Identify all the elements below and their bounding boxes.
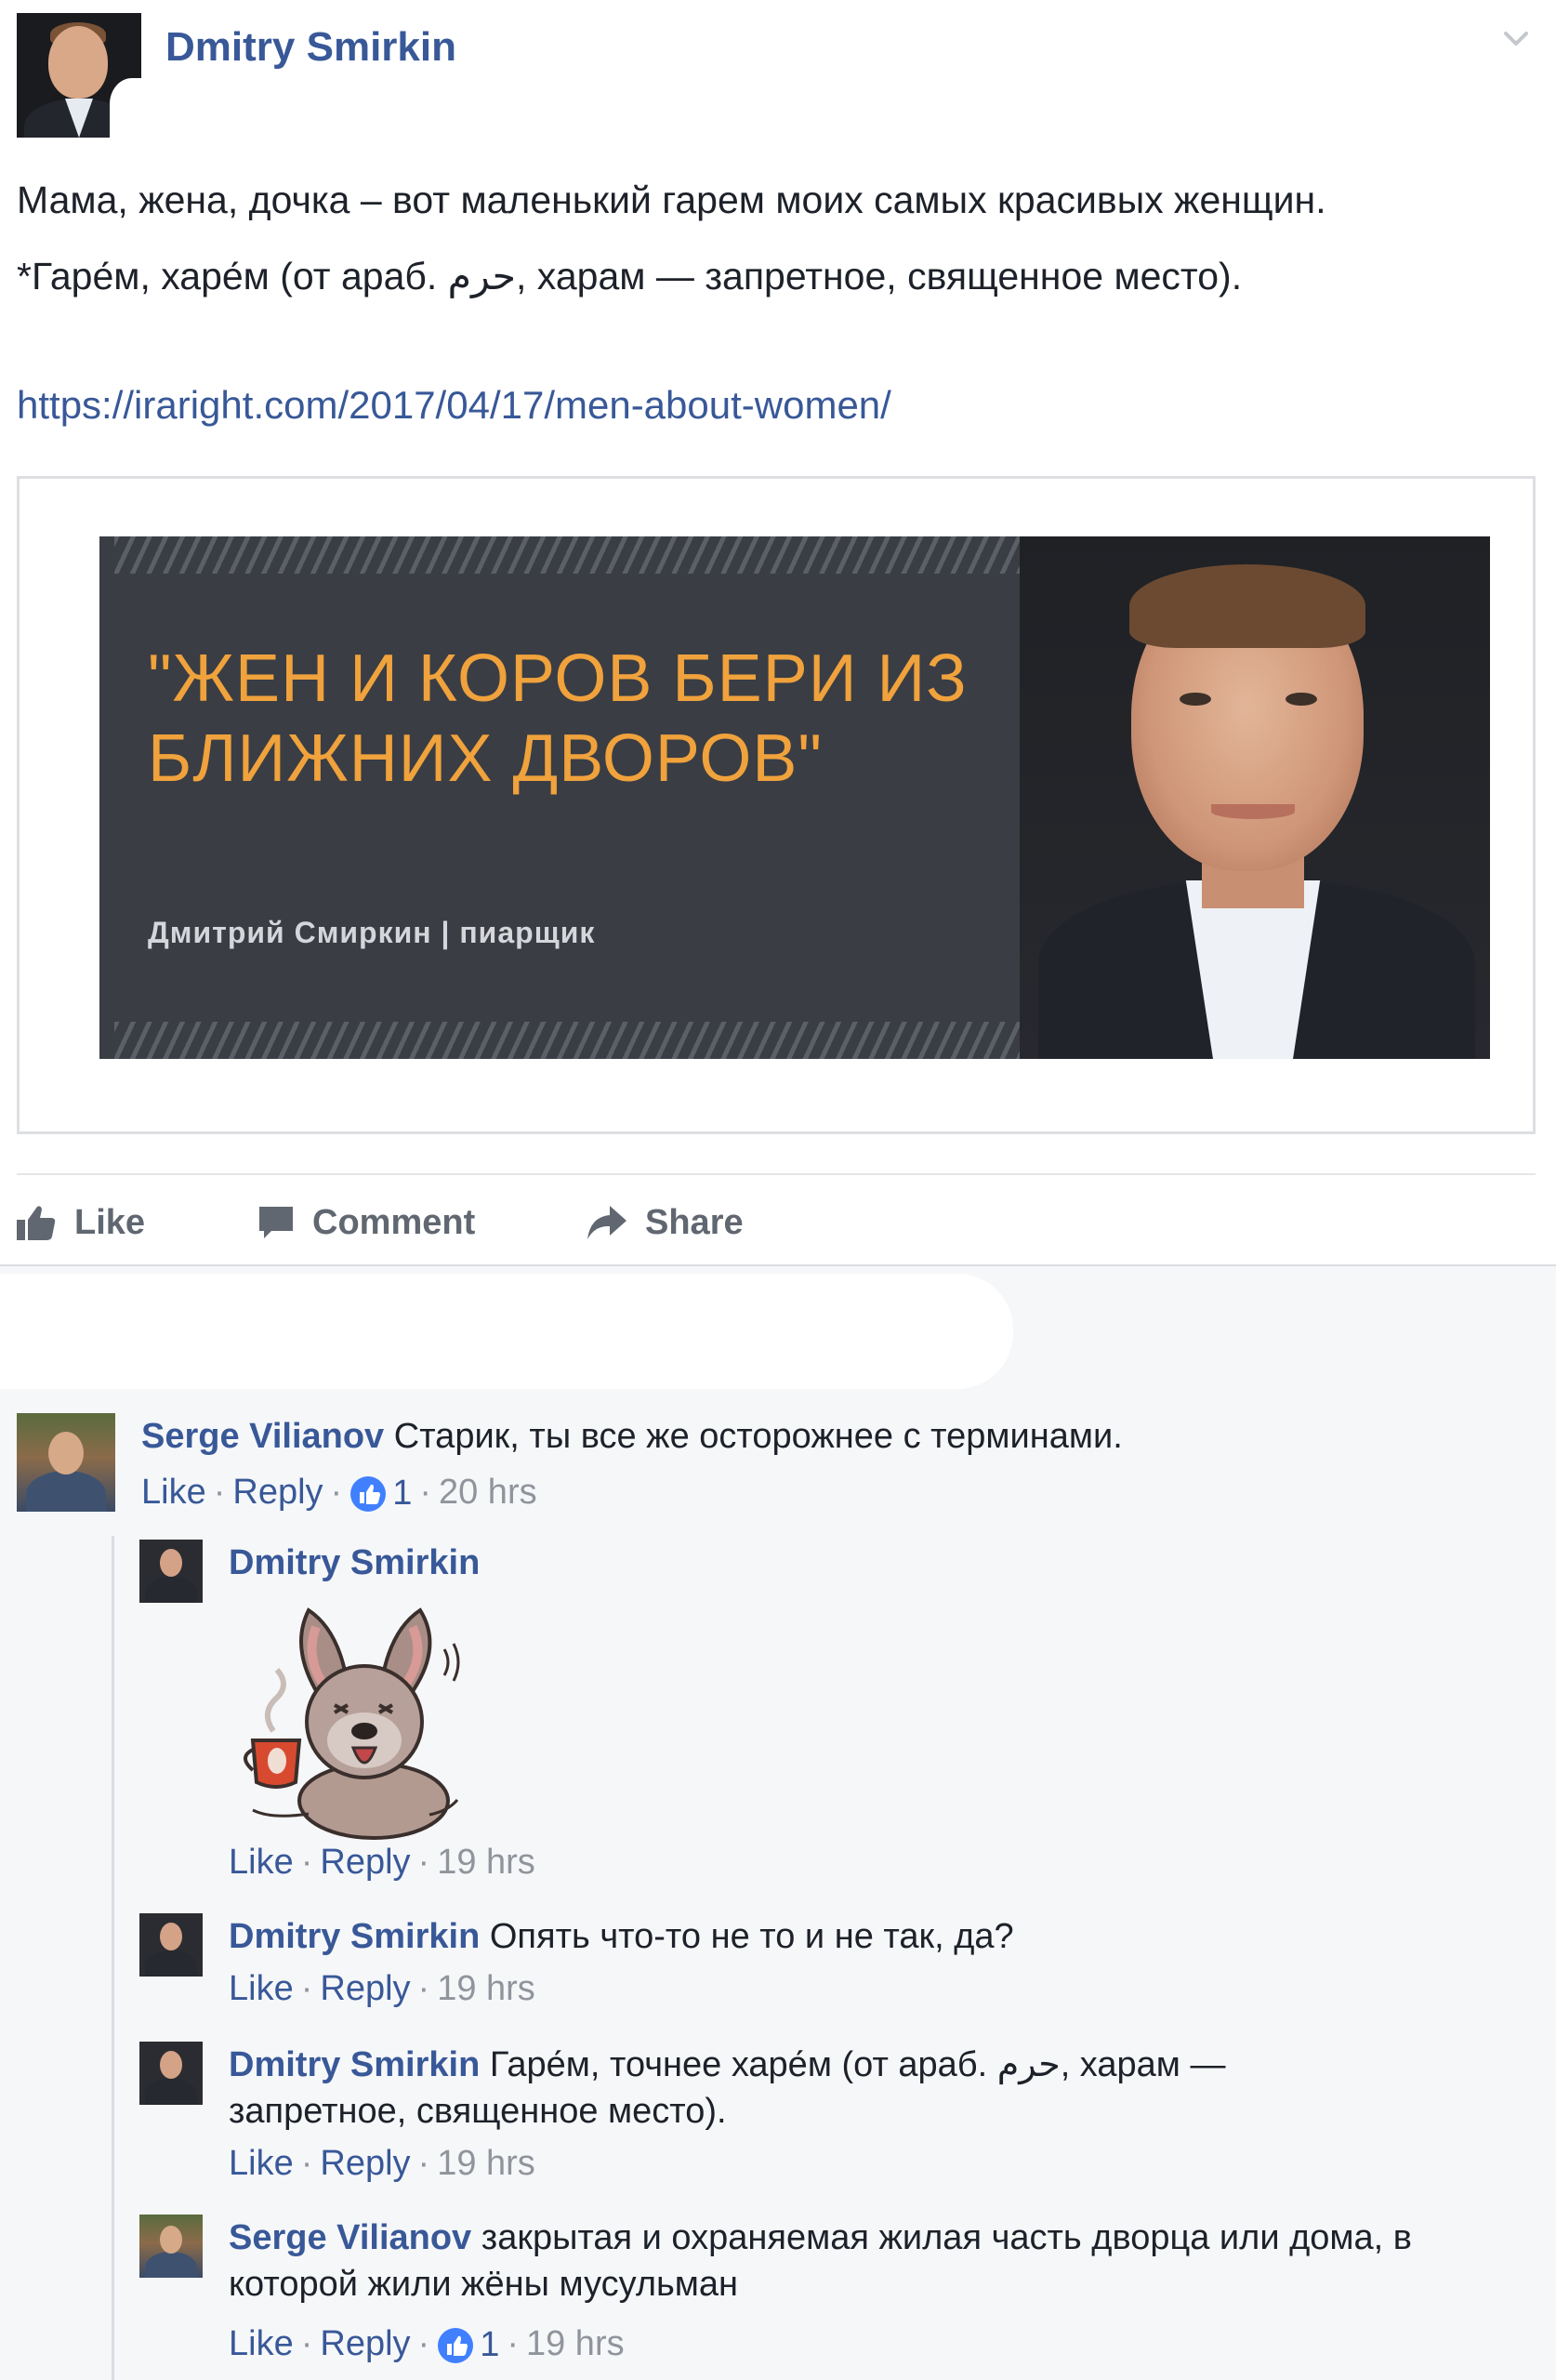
comment-input-area[interactable] — [0, 1274, 1013, 1389]
post-body: Мама, жена, дочка – вот маленький гарем … — [17, 171, 1523, 305]
post-author-name[interactable]: Dmitry Smirkin — [165, 24, 456, 71]
comment-time: 19 hrs — [437, 2144, 535, 2183]
comment-reply-link[interactable]: Reply — [320, 2144, 410, 2183]
comment-meta: Like · Reply · 19 hrs — [229, 1969, 535, 2008]
post-action-bar: Like Comment Share — [0, 1175, 1556, 1268]
comment-author[interactable]: Dmitry Smirkin — [229, 2045, 480, 2084]
comment-reply-link[interactable]: Reply — [320, 2324, 410, 2363]
reply-comment: Serge Vilianov закрытая и охраняемая жил… — [139, 2215, 1534, 2373]
comment-reply-link[interactable]: Reply — [320, 1843, 410, 1882]
author-avatar[interactable] — [17, 13, 141, 138]
like-label: Like — [74, 1202, 146, 1242]
comment-meta: Like · Reply · 19 hrs — [229, 1843, 535, 1882]
post-text-line: Мама, жена, дочка – вот маленький гарем … — [17, 178, 1326, 221]
comment-button[interactable]: Comment — [257, 1199, 475, 1246]
reaction-number: 1 — [392, 1474, 413, 1514]
post-link[interactable]: https://iraright.com/2017/04/17/men-abou… — [17, 383, 891, 428]
like-reaction-icon — [438, 2327, 474, 2363]
comment-meta: Like · Reply · 1 · 20 hrs — [141, 1473, 537, 1514]
reaction-count[interactable]: 1 — [437, 2325, 499, 2365]
comment-like-link[interactable]: Like — [229, 1843, 294, 1882]
reply-comment: Dmitry Smirkin Гаре́м, точнее харе́м (от… — [139, 2042, 1534, 2190]
comment-meta: Like · Reply · 19 hrs — [229, 2144, 535, 2183]
banner-stripe-bottom — [114, 1022, 1044, 1059]
share-button[interactable]: Share — [586, 1199, 744, 1246]
comment-body: Serge Vilianov Старик, ты все же осторож… — [141, 1413, 1517, 1460]
comment: Serge Vilianov Старик, ты все же осторож… — [17, 1413, 1532, 1525]
avatar[interactable] — [17, 1413, 115, 1512]
comment-like-link[interactable]: Like — [141, 1473, 206, 1512]
comment-label: Comment — [312, 1202, 476, 1242]
comment-reply-link[interactable]: Reply — [320, 1969, 410, 2008]
chevron-down-icon[interactable] — [1500, 22, 1532, 54]
comment-body: Dmitry Smirkin — [229, 1540, 1530, 1586]
comment-like-link[interactable]: Like — [229, 2144, 294, 2183]
comment-body: Serge Vilianov закрытая и охраняемая жил… — [229, 2215, 1465, 2307]
comment-reply-link[interactable]: Reply — [232, 1473, 323, 1512]
reaction-count[interactable]: 1 — [349, 1474, 412, 1514]
banner-caption: Дмитрий Смиркин | пиарщик — [148, 916, 596, 949]
reply-comment: Dmitry Smirkin Опять что-то не то и не т… — [139, 1913, 1534, 2016]
comment-time: 19 hrs — [437, 1843, 535, 1882]
avatar[interactable] — [139, 2042, 203, 2105]
dog-with-coffee-sticker[interactable] — [234, 1592, 485, 1843]
share-arrow-icon — [587, 1206, 626, 1239]
post-text-footnote: *Гаре́м, харе́м (от араб. حرم, харам — з… — [17, 255, 1243, 298]
thumbs-up-icon — [17, 1206, 56, 1240]
preview-image[interactable]: "ЖЕН И КОРОВ БЕРИ ИЗ БЛИЖНИХ ДВОРОВ" Дми… — [99, 536, 1490, 1059]
comment-author[interactable]: Serge Vilianov — [229, 2218, 471, 2257]
comment-time: 19 hrs — [437, 1969, 535, 2008]
comment-author[interactable]: Serge Vilianov — [141, 1417, 384, 1456]
avatar[interactable] — [139, 2215, 203, 2278]
comment-like-link[interactable]: Like — [229, 2324, 294, 2363]
link-preview-card[interactable]: "ЖЕН И КОРОВ БЕРИ ИЗ БЛИЖНИХ ДВОРОВ" Дми… — [17, 476, 1536, 1134]
banner-stripe-top — [114, 536, 1044, 574]
share-label: Share — [645, 1202, 744, 1242]
comment-like-link[interactable]: Like — [229, 1969, 294, 2008]
comment-text: Старик, ты все же осторожнее с терминами… — [393, 1417, 1123, 1456]
reaction-number: 1 — [480, 2325, 500, 2365]
comment-body: Dmitry Smirkin Опять что-то не то и не т… — [229, 1913, 1530, 1960]
like-reaction-icon — [350, 1475, 387, 1512]
comment-time: 19 hrs — [525, 2324, 625, 2363]
reply-thread-line — [112, 1536, 114, 2380]
comment-text: Опять что-то не то и не так, да? — [489, 1917, 1014, 1956]
banner-quote: "ЖЕН И КОРОВ БЕРИ ИЗ БЛИЖНИХ ДВОРОВ" — [148, 641, 968, 796]
avatar[interactable] — [139, 1913, 203, 1977]
comment-meta: Like · Reply · 1 · 19 hrs — [229, 2324, 625, 2365]
avatar[interactable] — [139, 1540, 203, 1603]
comment-author[interactable]: Dmitry Smirkin — [229, 1543, 480, 1582]
banner-portrait — [1020, 536, 1490, 1059]
comment-author[interactable]: Dmitry Smirkin — [229, 1917, 480, 1956]
post-header: Dmitry Smirkin — [0, 0, 1556, 149]
speech-bubble-icon — [259, 1207, 293, 1238]
comment-body: Dmitry Smirkin Гаре́м, точнее харе́м (от… — [229, 2042, 1344, 2135]
comment-time: 20 hrs — [438, 1473, 537, 1512]
like-button[interactable]: Like — [15, 1199, 145, 1246]
